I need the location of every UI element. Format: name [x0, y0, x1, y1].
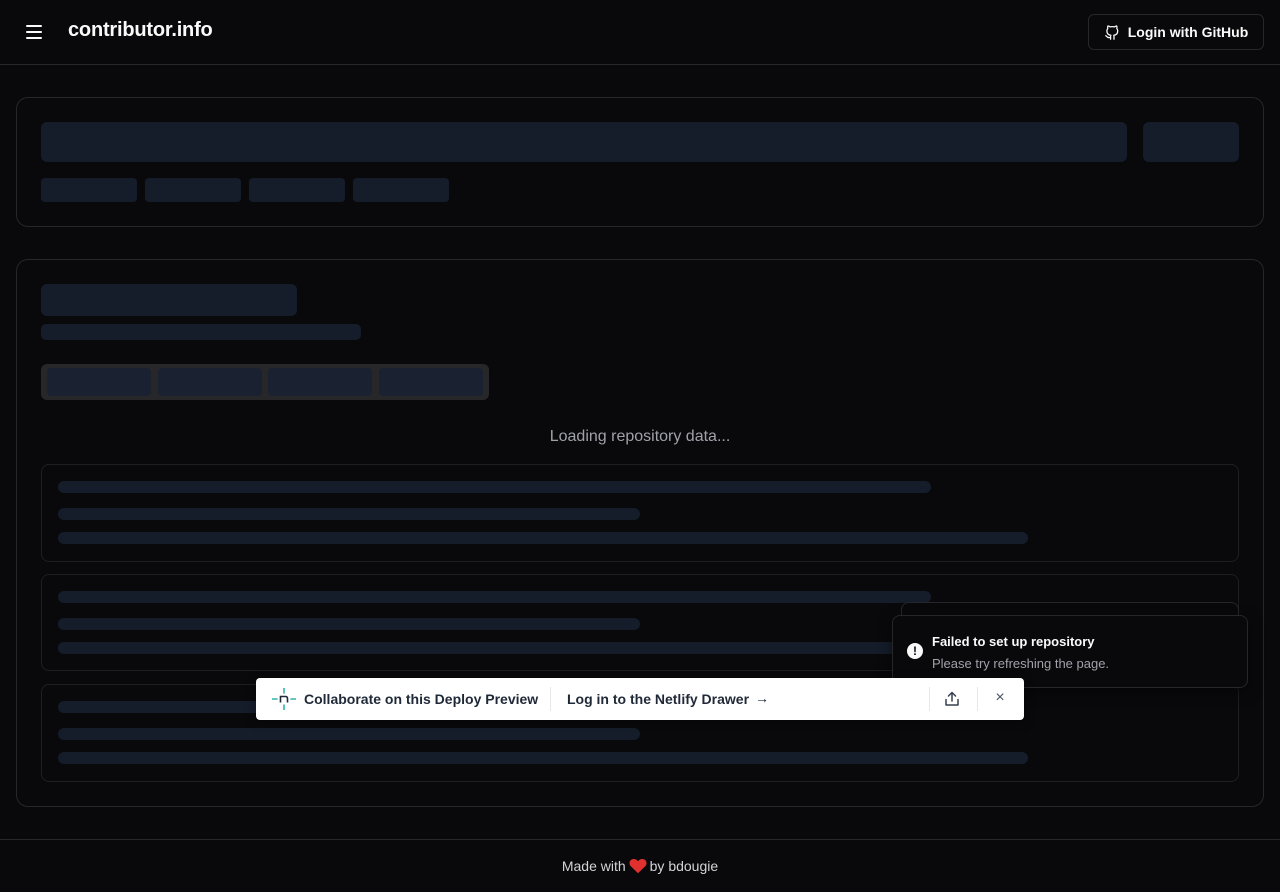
tabs-skeleton: [41, 364, 489, 400]
line-skeleton: [58, 508, 640, 520]
page-footer: Made with by bdougie: [0, 839, 1280, 892]
list-item-skeleton: [41, 464, 1239, 562]
top-header: contributor.info Login with GitHub: [0, 0, 1280, 65]
github-icon: [1104, 25, 1119, 40]
menu-icon[interactable]: [22, 20, 46, 44]
arrow-right-icon: →: [755, 690, 769, 706]
line-skeleton: [58, 728, 640, 740]
repo-content-card: Loading repository data...: [16, 259, 1264, 807]
line-skeleton: [58, 752, 1028, 764]
login-github-button[interactable]: Login with GitHub: [1088, 14, 1264, 50]
repo-header-card: [16, 97, 1264, 227]
subtitle-skeleton: [41, 324, 361, 340]
collaborate-label: Collaborate on this Deploy Preview: [304, 691, 539, 707]
title-skeleton: [41, 284, 297, 316]
line-skeleton: [58, 532, 1028, 544]
brand-title[interactable]: contributor.info: [68, 19, 213, 42]
loading-text: Loading repository data...: [549, 428, 731, 445]
line-skeleton: [58, 618, 640, 630]
share-icon[interactable]: [943, 690, 961, 708]
example-chip-skeleton: [145, 178, 241, 202]
footer-made-with: Made with: [561, 858, 626, 874]
footer-author[interactable]: by bdougie: [650, 858, 719, 874]
example-chip-skeleton: [249, 178, 345, 202]
divider: [550, 687, 551, 711]
example-chip-skeleton: [41, 178, 137, 202]
divider: [977, 687, 978, 711]
line-skeleton: [58, 642, 1028, 654]
alert-circle-icon: !: [907, 643, 923, 659]
toast-title: Failed to set up repository: [932, 634, 1095, 649]
heart-icon: [629, 858, 647, 874]
example-chip-skeleton: [353, 178, 449, 202]
tab-skeleton: [158, 368, 262, 396]
divider: [929, 687, 930, 711]
close-icon[interactable]: ×: [991, 689, 1009, 707]
search-input-skeleton: [41, 122, 1127, 162]
tab-skeleton: [268, 368, 372, 396]
netlify-login-link[interactable]: Log in to the Netlify Drawer: [567, 691, 749, 707]
login-github-label: Login with GitHub: [1127, 24, 1249, 40]
line-skeleton: [58, 481, 931, 493]
search-button-skeleton: [1143, 122, 1239, 162]
netlify-preview-bar: Collaborate on this Deploy Preview Log i…: [256, 678, 1024, 720]
tab-skeleton: [47, 368, 151, 396]
netlify-logo-icon: [272, 688, 296, 710]
line-skeleton: [58, 591, 931, 603]
tab-skeleton: [379, 368, 483, 396]
toast-description: Please try refreshing the page.: [932, 656, 1110, 671]
